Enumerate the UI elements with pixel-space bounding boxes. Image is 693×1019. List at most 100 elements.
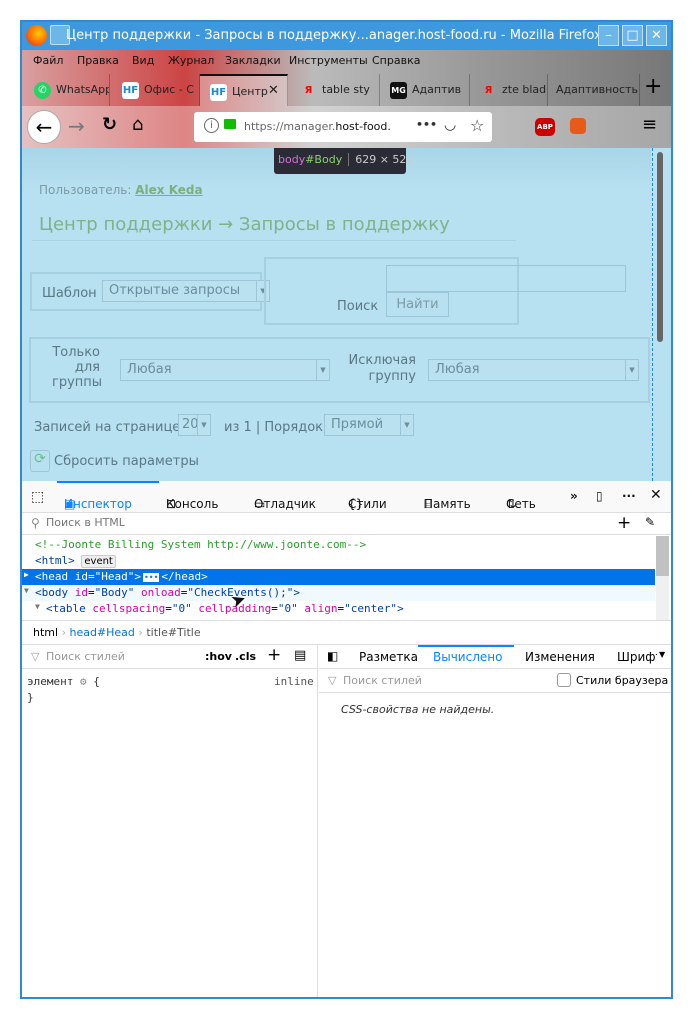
expand-arrow-icon: ▶ <box>24 570 29 579</box>
page-title: Центр поддержки → Запросы в поддержку <box>39 214 450 235</box>
print-styles-icon[interactable]: ▤ <box>294 648 306 663</box>
tab-computed[interactable]: Вычислено <box>433 650 502 664</box>
menu-edit[interactable]: Правка <box>77 54 119 67</box>
title-bar: Центр поддержки - Запросы в поддержку...… <box>22 22 671 50</box>
find-button[interactable]: Найти <box>386 292 449 317</box>
url-bar[interactable]: i https://manager.host-food. ••• ◡ ☆ <box>194 112 492 142</box>
maximize-button[interactable]: □ <box>622 25 643 46</box>
pocket-icon[interactable]: ◡ <box>444 117 456 133</box>
tab-label: Офис - С <box>144 83 194 96</box>
tab-office[interactable]: HF Офис - С <box>112 74 200 106</box>
tab-whatsapp[interactable]: ✆ WhatsApp <box>24 74 110 106</box>
hf-icon: HF <box>210 84 227 101</box>
forward-button[interactable]: → <box>68 114 85 138</box>
order-select[interactable]: Прямой ▼ <box>324 414 414 436</box>
browser-styles-checkbox[interactable] <box>557 673 571 687</box>
close-tab-icon[interactable]: ✕ <box>268 83 279 98</box>
bookmark-star-icon[interactable]: ☆ <box>470 116 484 135</box>
markup-html[interactable]: <html> event <box>22 553 655 569</box>
breadcrumb-head[interactable]: head#Head <box>69 626 134 639</box>
hamburger-menu-icon[interactable]: ≡ <box>642 114 657 135</box>
info-icon[interactable]: i <box>204 118 219 133</box>
tab-layout[interactable]: Разметка <box>359 650 418 664</box>
markup-comment[interactable]: <!--Joonte Billing System http://www.joo… <box>22 537 655 553</box>
new-tab-icon[interactable]: + <box>644 74 662 99</box>
more-tabs-icon[interactable]: » <box>570 489 578 503</box>
search-icon: ⚲ <box>31 516 40 530</box>
menu-bookmarks[interactable]: Закладки <box>225 54 281 67</box>
search-input[interactable] <box>386 265 626 292</box>
html-search-input[interactable] <box>46 516 606 529</box>
tab-zte[interactable]: Яzte blad <box>470 74 548 106</box>
tab-label: Адаптив <box>412 83 462 96</box>
styles-filter-input[interactable]: Поиск стилей <box>46 650 125 663</box>
menu-help[interactable]: Справка <box>372 54 420 67</box>
no-properties-message: CSS-свойства не найдены. <box>341 703 495 716</box>
rules-pane: ▽ Поиск стилей :hov .cls + ▤ элемент ⚙ {… <box>22 645 318 997</box>
markup-table[interactable]: ▼ <table cellspacing="0" cellpadding="0" … <box>22 601 655 617</box>
tab-label: Адаптивность <box>556 83 638 96</box>
chevron-down-icon: ▼ <box>625 360 638 380</box>
except-group-select[interactable]: Любая ▼ <box>428 359 639 381</box>
extension-icon[interactable] <box>570 118 586 134</box>
filter-icon: ▽ <box>31 650 40 663</box>
element-picker-icon[interactable]: ⬚ <box>31 489 44 505</box>
tabs-dropdown-icon[interactable]: ▼ <box>659 650 665 659</box>
back-button[interactable]: ← <box>27 110 61 144</box>
sidebar-toggle-icon[interactable]: ◧ <box>327 649 338 663</box>
close-button[interactable]: ✕ <box>646 25 667 46</box>
reload-button[interactable]: ↻ <box>102 114 117 135</box>
yandex-icon: Я <box>484 85 493 96</box>
yandex-icon: Я <box>304 85 313 96</box>
filter-icon: ▽ <box>328 674 337 687</box>
only-group-label: Только для группы <box>52 345 103 390</box>
window-title: Центр поддержки - Запросы в поддержку...… <box>66 28 602 43</box>
breadcrumb-html[interactable]: html <box>33 626 58 639</box>
per-page-select[interactable]: 20 ▼ <box>178 414 211 436</box>
collapse-arrow-icon: ▼ <box>35 602 40 611</box>
computed-pane: ◧ Разметка Вычислено Изменения Шрифты ▼ … <box>319 645 671 997</box>
menu-history[interactable]: Журнал <box>168 54 214 67</box>
adblock-icon[interactable]: ABP <box>535 118 555 136</box>
add-rule-icon[interactable]: + <box>267 645 281 665</box>
scrollbar[interactable] <box>657 152 663 342</box>
inline-label: inline <box>274 675 314 688</box>
tab-adaptivity[interactable]: Адаптивность <box>548 74 640 106</box>
menu-view[interactable]: Вид <box>132 54 154 67</box>
tab-fonts[interactable]: Шрифты <box>617 650 657 664</box>
more-options-icon[interactable]: ··· <box>622 489 636 503</box>
eyedropper-icon[interactable]: ✎ <box>645 515 655 529</box>
cls-toggle[interactable]: .cls <box>235 650 256 663</box>
responsive-mode-icon[interactable]: ▯ <box>596 489 603 503</box>
menu-tools[interactable]: Инструменты <box>289 54 368 67</box>
rule-close-brace: } <box>27 691 34 704</box>
markup-head-selected[interactable]: ▶ <head id="Head"> ••• </head> <box>22 569 655 585</box>
computed-filter-input[interactable]: Поиск стилей <box>343 674 422 687</box>
menu-file[interactable]: Файл <box>33 54 63 67</box>
whatsapp-icon: ✆ <box>34 82 51 99</box>
tab-support-center[interactable]: HF Центр ✕ <box>200 74 288 106</box>
tab-changes[interactable]: Изменения <box>525 650 595 664</box>
refresh-icon[interactable]: ⟳ <box>30 450 50 472</box>
add-node-icon[interactable]: + <box>617 513 631 533</box>
minimize-button[interactable]: – <box>598 25 619 46</box>
page-actions-icon[interactable]: ••• <box>416 118 437 131</box>
user-name-link[interactable]: Alex Keda <box>135 183 202 197</box>
close-devtools-icon[interactable]: ✕ <box>650 487 662 503</box>
tab-adaptive[interactable]: MG Адаптив <box>380 74 470 106</box>
breadcrumb-title[interactable]: title#Title <box>146 626 200 639</box>
template-select[interactable]: Открытые запросы ▼ <box>102 280 270 302</box>
markup-body[interactable]: ▼ <body id="Body" onload="CheckEvents();"… <box>22 585 655 601</box>
event-badge: event <box>81 555 116 568</box>
tab-label: WhatsApp <box>56 83 110 96</box>
hf-icon: HF <box>122 82 139 99</box>
home-button[interactable]: ⌂ <box>132 114 143 135</box>
user-label: Пользователь: Alex Keda <box>39 183 203 197</box>
only-group-select[interactable]: Любая ▼ <box>120 359 330 381</box>
search-label: Поиск <box>337 299 379 314</box>
tab-table-style[interactable]: Яtable sty <box>290 74 380 106</box>
html-search-bar: ⚲ + ✎ <box>22 513 671 535</box>
reset-params-link[interactable]: Сбросить параметры <box>54 454 199 469</box>
hov-toggle[interactable]: :hov <box>205 650 232 663</box>
url-text: https://manager.host-food. <box>244 120 391 133</box>
